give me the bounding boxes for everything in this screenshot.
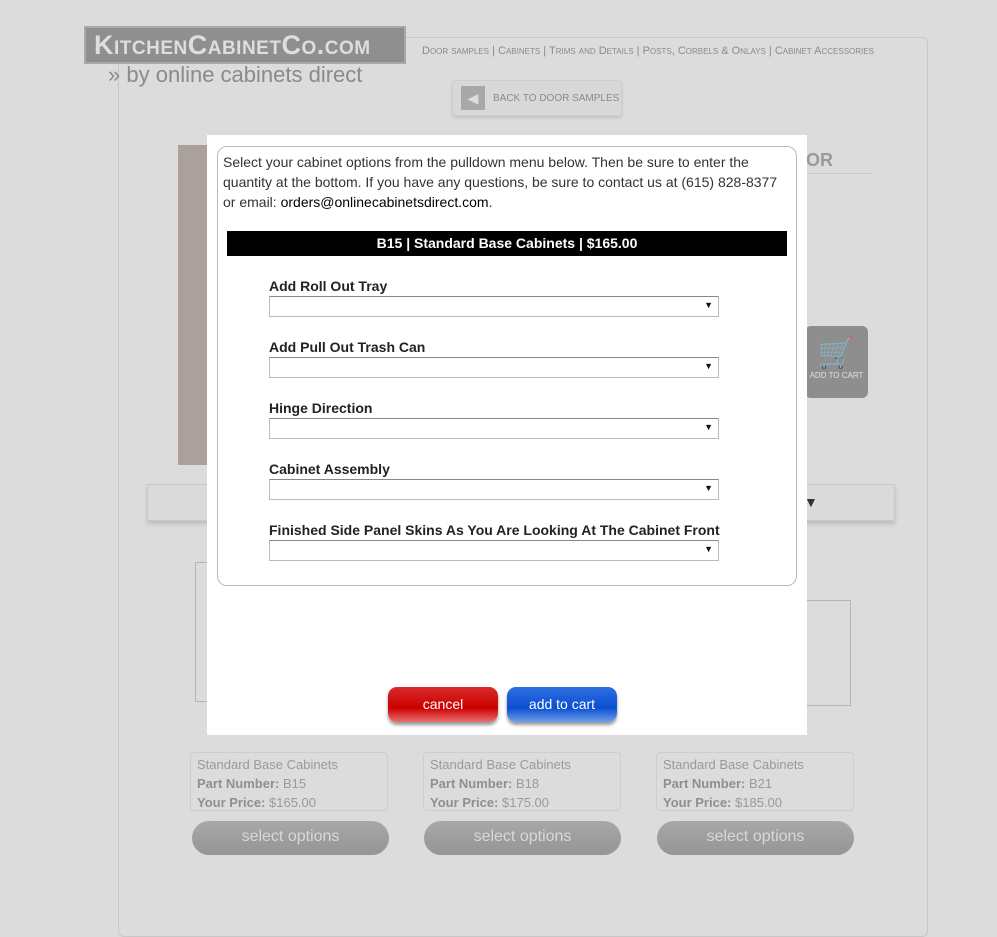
- roll-out-tray-select[interactable]: ▼: [269, 296, 719, 317]
- chevron-down-icon: ▼: [704, 422, 713, 432]
- chevron-down-icon: ▼: [704, 544, 713, 554]
- price-label: Your Price:: [430, 795, 499, 810]
- part-number: B18: [515, 776, 540, 791]
- card-name: Standard Base Cabinets: [663, 757, 804, 772]
- add-to-cart-icon-button[interactable]: 🛒 ADD TO CART: [805, 326, 868, 398]
- cabinet-assembly-select[interactable]: ▼: [269, 479, 719, 500]
- chevron-down-icon: ▼: [704, 361, 713, 371]
- part-number: B15: [282, 776, 307, 791]
- nav-cabinets[interactable]: Cabinets: [498, 45, 540, 57]
- price: $185.00: [735, 795, 783, 810]
- back-arrow-icon: ◀: [461, 86, 485, 110]
- back-to-door-samples-button[interactable]: ◀ BACK TO DOOR SAMPLES: [452, 80, 622, 116]
- add-to-cart-button[interactable]: add to cart: [507, 687, 617, 722]
- tagline: » by online cabinets direct: [108, 62, 362, 88]
- main-nav: Door samples | Cabinets | Trims and Deta…: [422, 45, 874, 57]
- side-panel-label: Finished Side Panel Skins As You Are Loo…: [269, 522, 720, 538]
- nav-door-samples[interactable]: Door samples: [422, 45, 489, 57]
- options-modal: Select your cabinet options from the pul…: [207, 135, 807, 735]
- product-card: Standard Base Cabinets Part Number: B18 Yo…: [423, 752, 621, 811]
- select-options-button[interactable]: select options: [192, 821, 389, 855]
- modal-intro: Select your cabinet options from the pul…: [223, 154, 778, 210]
- product-card: Standard Base Cabinets Part Number: B21 Yo…: [656, 752, 854, 811]
- roll-out-tray-label: Add Roll Out Tray: [269, 278, 388, 294]
- nav-accessories[interactable]: Cabinet Accessories: [775, 45, 874, 57]
- cart-icon: 🛒: [817, 337, 856, 370]
- price: $165.00: [269, 795, 317, 810]
- select-options-button[interactable]: select options: [657, 821, 854, 855]
- price: $175.00: [502, 795, 550, 810]
- chevrons-icon: »: [108, 62, 121, 87]
- nav-posts[interactable]: Posts, Corbels & Onlays: [643, 45, 766, 57]
- price-label: Your Price:: [663, 795, 732, 810]
- part-label: Part Number:: [430, 776, 513, 791]
- part-number: B21: [748, 776, 773, 791]
- email-link[interactable]: orders@onlinecabinetsdirect.com: [281, 194, 489, 210]
- product-heading: OR: [806, 150, 833, 170]
- side-panel-select[interactable]: ▼: [269, 540, 719, 561]
- cabinet-assembly-label: Cabinet Assembly: [269, 461, 390, 477]
- cancel-button[interactable]: cancel: [388, 687, 498, 722]
- site-logo[interactable]: KitchenCabinetCo.com: [84, 26, 406, 64]
- cabinet-drawing: [805, 600, 851, 706]
- tagline-text: by online cabinets direct: [126, 62, 363, 87]
- product-card: Standard Base Cabinets Part Number: B15 Yo…: [190, 752, 388, 811]
- back-label: BACK TO DOOR SAMPLES: [493, 92, 620, 104]
- chevron-down-icon: ▼: [704, 483, 713, 493]
- select-options-button[interactable]: select options: [424, 821, 621, 855]
- price-label: Your Price:: [197, 795, 266, 810]
- trash-can-select[interactable]: ▼: [269, 357, 719, 378]
- divider: [800, 173, 872, 174]
- cart-label: ADD TO CART: [809, 371, 864, 380]
- product-title-bar: B15 | Standard Base Cabinets | $165.00: [227, 231, 787, 256]
- hinge-direction-select[interactable]: ▼: [269, 418, 719, 439]
- chevron-down-icon: ▼: [704, 300, 713, 310]
- card-name: Standard Base Cabinets: [197, 757, 338, 772]
- nav-trims[interactable]: Trims and Details: [549, 45, 634, 57]
- hinge-direction-label: Hinge Direction: [269, 400, 373, 416]
- part-label: Part Number:: [197, 776, 280, 791]
- card-name: Standard Base Cabinets: [430, 757, 571, 772]
- trash-can-label: Add Pull Out Trash Can: [269, 339, 426, 355]
- part-label: Part Number:: [663, 776, 746, 791]
